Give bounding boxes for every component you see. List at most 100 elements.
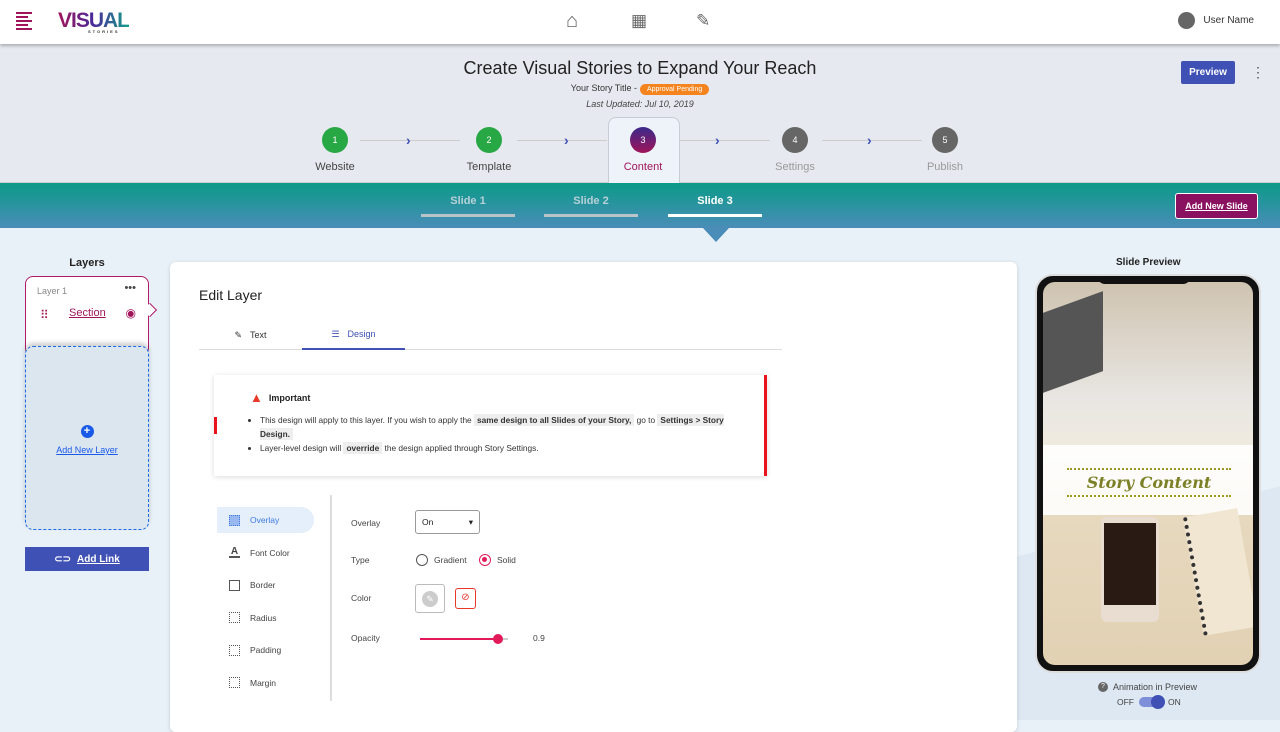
add-new-slide-button[interactable]: Add New Slide bbox=[1175, 193, 1258, 219]
menu-margin[interactable]: Margin bbox=[217, 670, 314, 696]
slide-preview-image: Story Content bbox=[1043, 282, 1253, 665]
edit-layer-panel: Edit Layer ✎ Text ☰ Design ▲ Important This… bbox=[170, 262, 1017, 732]
notice-item: Layer-level design will override the des… bbox=[260, 441, 750, 455]
chevron-right-icon: › bbox=[564, 132, 569, 148]
toggle-on-label: ON bbox=[1168, 697, 1181, 707]
more-horizontal-icon[interactable]: ••• bbox=[124, 282, 136, 294]
menu-overlay[interactable]: Overlay bbox=[217, 507, 314, 533]
notice-text: go to bbox=[636, 415, 656, 425]
layer-card[interactable]: Layer 1 ••• ⠿ Section ◉ bbox=[25, 276, 149, 356]
layer-name: Layer 1 bbox=[37, 286, 68, 296]
menu-label: Font Color bbox=[250, 547, 290, 558]
step-content[interactable]: 3 Content bbox=[603, 127, 683, 173]
menu-label: Padding bbox=[250, 645, 282, 655]
step-number: 2 bbox=[476, 127, 502, 153]
radio-button bbox=[416, 554, 428, 566]
animation-toggle[interactable] bbox=[1139, 695, 1165, 709]
overlay-select[interactable]: On ▾ bbox=[415, 510, 480, 534]
logo[interactable]: VISUAL STORIES bbox=[58, 9, 129, 34]
user-name: User Name bbox=[1203, 15, 1254, 26]
menu-border[interactable]: Border bbox=[217, 572, 314, 598]
section-link[interactable]: Section bbox=[69, 307, 106, 319]
step-label: Publish bbox=[926, 161, 964, 173]
notice-text: the design applied through Story Setting… bbox=[384, 443, 539, 453]
add-link-button[interactable]: ⊂⊃ Add Link bbox=[25, 547, 149, 571]
dashboard-icon[interactable]: ▦ bbox=[631, 11, 647, 31]
story-title-row: Your Story Title - Approval Pending bbox=[0, 83, 1280, 95]
notice-title: Important bbox=[268, 392, 311, 403]
dropdown-icon: ▾ bbox=[468, 517, 473, 527]
notice-highlight: override bbox=[343, 442, 383, 454]
radio-gradient[interactable]: Gradient bbox=[416, 554, 467, 566]
phone-notch bbox=[1097, 276, 1191, 284]
menu-padding[interactable]: Padding bbox=[217, 637, 314, 663]
overlay-icon bbox=[229, 514, 240, 526]
opacity-label: Opacity bbox=[351, 633, 380, 643]
step-number: 3 bbox=[630, 127, 656, 153]
step-template[interactable]: 2 Template bbox=[449, 127, 529, 173]
notice-item: This design will apply to this layer. If… bbox=[260, 413, 750, 441]
eyedropper-icon: ✎ bbox=[422, 590, 438, 607]
no-color-button[interactable]: ⊘ bbox=[455, 588, 476, 609]
tab-slide-2[interactable]: Slide 2 bbox=[544, 195, 638, 217]
help-icon[interactable]: ? bbox=[1098, 682, 1108, 692]
menu-radius[interactable]: Radius bbox=[217, 605, 314, 631]
step-label: Website bbox=[315, 161, 355, 173]
link-icon: ⊂⊃ bbox=[54, 553, 71, 565]
divider bbox=[330, 495, 332, 701]
edit-icon[interactable]: ✎ bbox=[696, 11, 710, 31]
drag-handle-icon[interactable]: ⠿ bbox=[40, 308, 49, 322]
user-menu[interactable]: User Name bbox=[1178, 12, 1254, 29]
eye-icon[interactable]: ◉ bbox=[126, 306, 136, 320]
design-menu: Overlay A Font Color Border Radius Paddin… bbox=[217, 507, 314, 702]
animation-label-row: ? Animation in Preview bbox=[1098, 682, 1197, 692]
tab-text[interactable]: ✎ Text bbox=[199, 320, 302, 350]
step-connector bbox=[517, 140, 607, 141]
color-label: Color bbox=[351, 593, 372, 603]
step-publish[interactable]: 5 Publish bbox=[905, 127, 985, 173]
more-options-icon[interactable]: ⋮ bbox=[1251, 64, 1265, 81]
step-number: 1 bbox=[322, 127, 348, 153]
sliders-icon: ☰ bbox=[331, 328, 340, 339]
chevron-right-icon: › bbox=[715, 132, 720, 148]
plus-icon: + bbox=[80, 425, 94, 438]
menu-label: Overlay bbox=[250, 515, 280, 525]
avatar bbox=[1178, 12, 1196, 29]
radio-label: Solid bbox=[497, 555, 516, 565]
opacity-slider[interactable] bbox=[420, 634, 508, 644]
preview-button[interactable]: Preview bbox=[1181, 61, 1235, 84]
phone-graphic bbox=[1101, 517, 1159, 622]
opacity-value: 0.9 bbox=[533, 633, 545, 643]
color-picker-button[interactable]: ✎ bbox=[415, 584, 445, 613]
menu-icon[interactable] bbox=[16, 12, 32, 30]
border-icon bbox=[229, 579, 240, 591]
add-layer-label: Add New Layer bbox=[56, 445, 118, 455]
padding-icon bbox=[229, 644, 240, 656]
notice-text: Layer-level design will bbox=[260, 443, 342, 453]
tab-design[interactable]: ☰ Design bbox=[302, 320, 405, 350]
radius-icon bbox=[229, 612, 240, 623]
chevron-right-icon: › bbox=[867, 132, 872, 148]
step-number: 4 bbox=[782, 127, 808, 153]
slider-thumb[interactable] bbox=[493, 634, 504, 644]
add-new-layer-button[interactable]: + Add New Layer bbox=[25, 346, 149, 530]
laptop-graphic bbox=[1043, 291, 1103, 393]
tab-slide-3[interactable]: Slide 3 bbox=[668, 195, 762, 217]
warning-icon: ▲ bbox=[250, 390, 263, 405]
step-label: Content bbox=[623, 161, 663, 173]
top-header: VISUAL STORIES ⌂ ▦ ✎ User Name bbox=[0, 0, 1280, 44]
edit-layer-title: Edit Layer bbox=[199, 287, 263, 303]
important-notice: ▲ Important This design will apply to thi… bbox=[214, 375, 767, 476]
pencil-icon: ✎ bbox=[234, 329, 243, 340]
menu-font-color[interactable]: A Font Color bbox=[217, 540, 314, 566]
slide-preview-heading: Slide Preview bbox=[1116, 257, 1181, 268]
radio-solid[interactable]: Solid bbox=[479, 554, 516, 566]
story-title-label: Your Story Title - bbox=[570, 83, 637, 93]
overlay-value: On bbox=[422, 517, 434, 527]
notebook-graphic bbox=[1182, 508, 1253, 636]
step-settings[interactable]: 4 Settings bbox=[755, 127, 835, 173]
home-icon[interactable]: ⌂ bbox=[566, 10, 578, 33]
tab-slide-1[interactable]: Slide 1 bbox=[421, 195, 515, 217]
step-website[interactable]: 1 Website bbox=[295, 127, 375, 173]
notice-highlight: same design to all Slides of your Story, bbox=[474, 414, 635, 426]
